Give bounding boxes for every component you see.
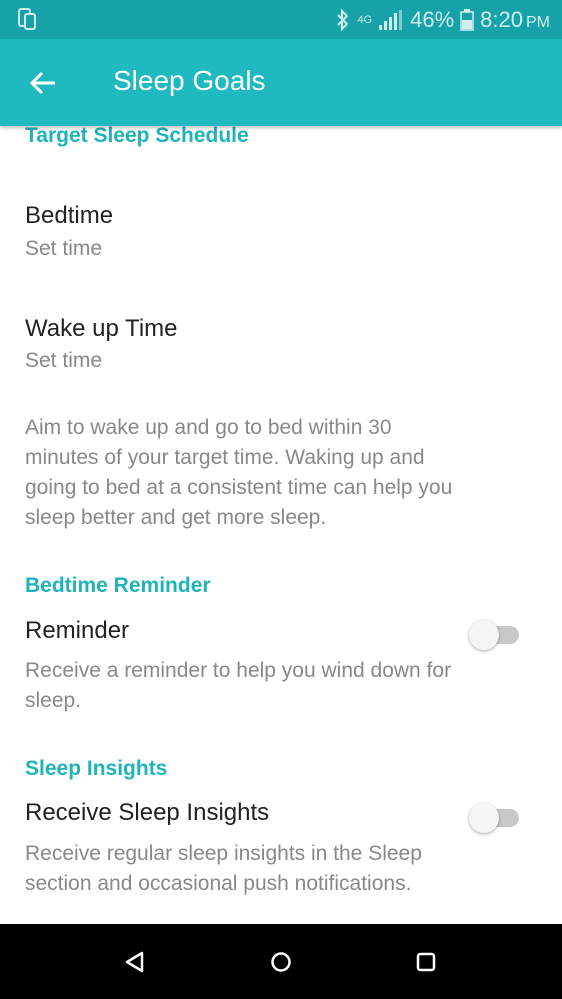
nav-home-button[interactable] [263,944,299,980]
wakeup-title: Wake up Time [25,315,178,342]
clock-ampm: PM [526,14,550,31]
section-header-sleep-insights: Sleep Insights [25,757,168,780]
signal-icon [379,10,403,30]
schedule-description-line: sleep better and get more sleep. [25,506,327,529]
insights-description: Receive regular sleep insights in the Sl… [25,839,540,899]
back-button[interactable] [26,63,62,103]
bedtime-title: Bedtime [25,202,114,229]
network-type-label: 4G [357,14,373,26]
section-header-bedtime-reminder: Bedtime Reminder [25,574,211,597]
reminder-description-line: sleep. [25,689,82,712]
schedule-description-line: Aim to wake up and go to bed within 30 [25,416,392,439]
triangle-back-icon [125,951,144,973]
bluetooth-icon [337,8,349,32]
status-icons: 4G 46% 8:20 PM [335,6,550,34]
clock-time: 8:20 [480,7,523,32]
nav-recents-button[interactable] [408,944,444,980]
system-nav-bar [0,924,562,999]
nav-back-button[interactable] [117,944,153,980]
app-bar: Sleep Goals [0,39,562,126]
reminder-toggle[interactable] [469,616,521,652]
reminder-description: Receive a reminder to help you wind down… [25,656,540,716]
insights-description-line: Receive regular sleep insights in the Sl… [25,842,422,865]
phone-icon [18,8,36,30]
square-recents-icon [416,952,436,972]
toggle-thumb [469,803,499,833]
wakeup-value: Set time [25,349,103,372]
reminder-description-line: Receive a reminder to help you wind down… [25,659,452,682]
schedule-description: Aim to wake up and go to bed within 30 m… [25,413,540,533]
bedtime-value: Set time [25,237,103,260]
toggle-thumb [469,620,499,650]
battery-percent: 46% [410,7,455,32]
page-title: Sleep Goals [113,65,266,96]
circle-home-icon [271,952,291,972]
insights-title: Receive Sleep Insights [25,799,270,826]
status-bar: 4G 46% 8:20 PM [0,0,562,39]
schedule-description-line: minutes of your target time. Waking up a… [25,446,425,469]
reminder-title: Reminder [25,617,130,644]
arrow-left-icon [29,71,55,95]
settings-list[interactable]: Target Sleep Schedule Bedtime Set time W… [0,126,562,924]
insights-toggle[interactable] [469,799,521,835]
battery-icon [460,9,474,31]
section-header-target-schedule: Target Sleep Schedule [25,126,249,147]
insights-description-line: section and occasional push notification… [25,872,412,895]
clock: 8:20 PM [480,7,550,33]
schedule-description-line: going to bed at a consistent time can he… [25,476,453,499]
